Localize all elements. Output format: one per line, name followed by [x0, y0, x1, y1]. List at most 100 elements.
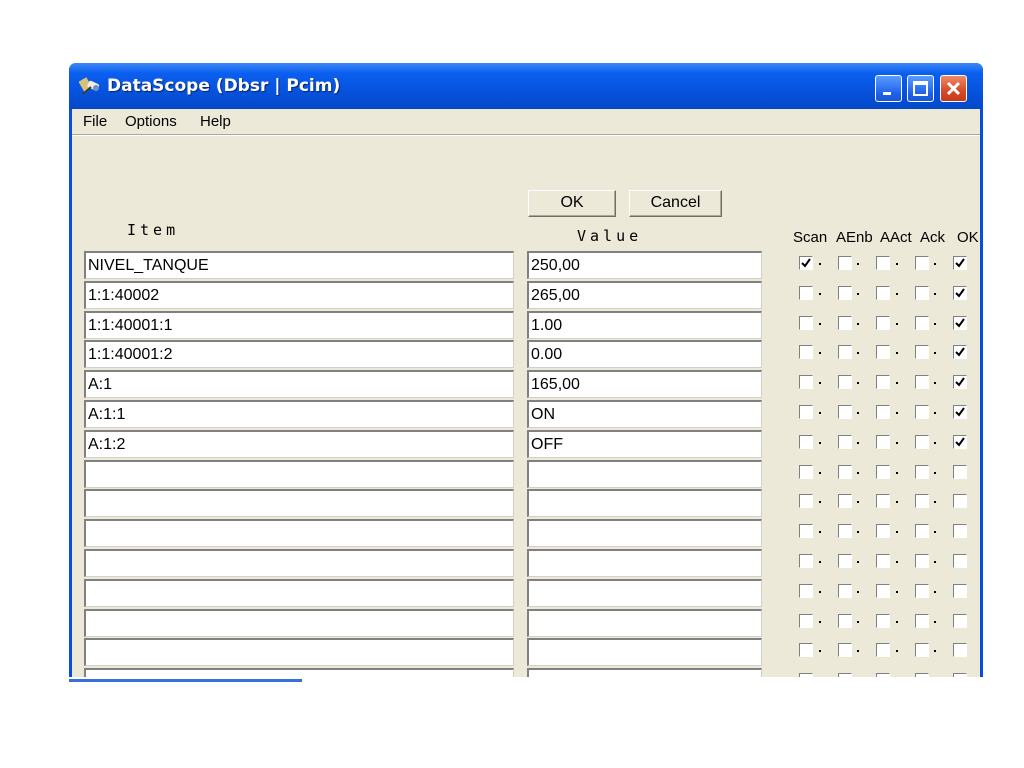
- ack-checkbox[interactable]: [915, 435, 929, 449]
- ok-checkbox[interactable]: [953, 643, 967, 657]
- item-field[interactable]: [84, 638, 514, 666]
- menu-help[interactable]: Help: [200, 113, 231, 130]
- item-field[interactable]: [84, 609, 514, 637]
- close-button[interactable]: [940, 75, 967, 102]
- maximize-button[interactable]: [907, 75, 934, 102]
- ok-checkbox[interactable]: [953, 405, 967, 419]
- value-field[interactable]: ON: [527, 400, 762, 428]
- scan-checkbox[interactable]: [799, 494, 813, 508]
- minimize-button[interactable]: [875, 75, 902, 102]
- aenb-checkbox[interactable]: [838, 465, 852, 479]
- value-field[interactable]: [527, 489, 762, 517]
- scan-checkbox[interactable]: [799, 286, 813, 300]
- value-field[interactable]: [527, 549, 762, 577]
- value-field[interactable]: 165,00: [527, 370, 762, 398]
- item-field[interactable]: [84, 519, 514, 547]
- scan-checkbox[interactable]: [799, 316, 813, 330]
- ack-checkbox[interactable]: [915, 524, 929, 538]
- aenb-checkbox[interactable]: [838, 405, 852, 419]
- aact-checkbox[interactable]: [876, 643, 890, 657]
- value-field[interactable]: OFF: [527, 430, 762, 458]
- ok-checkbox[interactable]: [953, 345, 967, 359]
- menu-file[interactable]: File: [83, 113, 107, 130]
- ok-checkbox[interactable]: [953, 465, 967, 479]
- ok-checkbox[interactable]: [953, 286, 967, 300]
- aenb-checkbox[interactable]: [838, 345, 852, 359]
- aact-checkbox[interactable]: [876, 465, 890, 479]
- item-field[interactable]: 1:1:40002: [84, 281, 514, 309]
- aact-checkbox[interactable]: [876, 673, 890, 677]
- aact-checkbox[interactable]: [876, 375, 890, 389]
- scan-checkbox[interactable]: [799, 435, 813, 449]
- item-field[interactable]: [84, 668, 514, 677]
- ok-checkbox[interactable]: [953, 614, 967, 628]
- item-field[interactable]: [84, 460, 514, 488]
- scan-checkbox[interactable]: [799, 256, 813, 270]
- aact-checkbox[interactable]: [876, 524, 890, 538]
- aact-checkbox[interactable]: [876, 584, 890, 598]
- item-field[interactable]: A:1: [84, 370, 514, 398]
- cancel-button[interactable]: Cancel: [629, 190, 722, 217]
- value-field[interactable]: [527, 579, 762, 607]
- ok-checkbox[interactable]: [953, 494, 967, 508]
- ok-checkbox[interactable]: [953, 316, 967, 330]
- scan-checkbox[interactable]: [799, 524, 813, 538]
- aenb-checkbox[interactable]: [838, 256, 852, 270]
- value-field[interactable]: [527, 519, 762, 547]
- scan-checkbox[interactable]: [799, 673, 813, 677]
- aenb-checkbox[interactable]: [838, 673, 852, 677]
- ok-checkbox[interactable]: [953, 435, 967, 449]
- ack-checkbox[interactable]: [915, 405, 929, 419]
- value-field[interactable]: [527, 460, 762, 488]
- ack-checkbox[interactable]: [915, 286, 929, 300]
- aact-checkbox[interactable]: [876, 614, 890, 628]
- ack-checkbox[interactable]: [915, 584, 929, 598]
- ok-checkbox[interactable]: [953, 584, 967, 598]
- aenb-checkbox[interactable]: [838, 375, 852, 389]
- scan-checkbox[interactable]: [799, 614, 813, 628]
- aact-checkbox[interactable]: [876, 345, 890, 359]
- aenb-checkbox[interactable]: [838, 494, 852, 508]
- aact-checkbox[interactable]: [876, 435, 890, 449]
- ack-checkbox[interactable]: [915, 494, 929, 508]
- scan-checkbox[interactable]: [799, 465, 813, 479]
- aact-checkbox[interactable]: [876, 494, 890, 508]
- ack-checkbox[interactable]: [915, 316, 929, 330]
- value-field[interactable]: 265,00: [527, 281, 762, 309]
- ok-checkbox[interactable]: [953, 256, 967, 270]
- value-field[interactable]: 1.00: [527, 311, 762, 339]
- item-field[interactable]: [84, 579, 514, 607]
- item-field[interactable]: [84, 489, 514, 517]
- ack-checkbox[interactable]: [915, 256, 929, 270]
- item-field[interactable]: 1:1:40001:2: [84, 340, 514, 368]
- scan-checkbox[interactable]: [799, 554, 813, 568]
- item-field[interactable]: NIVEL_TANQUE: [84, 251, 514, 279]
- scan-checkbox[interactable]: [799, 375, 813, 389]
- item-field[interactable]: [84, 549, 514, 577]
- ack-checkbox[interactable]: [915, 614, 929, 628]
- ack-checkbox[interactable]: [915, 345, 929, 359]
- ack-checkbox[interactable]: [915, 375, 929, 389]
- ack-checkbox[interactable]: [915, 643, 929, 657]
- ok-button[interactable]: OK: [528, 190, 616, 217]
- ack-checkbox[interactable]: [915, 465, 929, 479]
- scan-checkbox[interactable]: [799, 584, 813, 598]
- value-field[interactable]: 0.00: [527, 340, 762, 368]
- aenb-checkbox[interactable]: [838, 554, 852, 568]
- item-field[interactable]: 1:1:40001:1: [84, 311, 514, 339]
- aenb-checkbox[interactable]: [838, 584, 852, 598]
- scan-checkbox[interactable]: [799, 405, 813, 419]
- aenb-checkbox[interactable]: [838, 643, 852, 657]
- aact-checkbox[interactable]: [876, 405, 890, 419]
- ok-checkbox[interactable]: [953, 375, 967, 389]
- value-field[interactable]: [527, 668, 762, 677]
- aenb-checkbox[interactable]: [838, 435, 852, 449]
- ok-checkbox[interactable]: [953, 554, 967, 568]
- item-field[interactable]: A:1:1: [84, 400, 514, 428]
- aenb-checkbox[interactable]: [838, 316, 852, 330]
- ack-checkbox[interactable]: [915, 673, 929, 677]
- aenb-checkbox[interactable]: [838, 614, 852, 628]
- value-field[interactable]: 250,00: [527, 251, 762, 279]
- menu-options[interactable]: Options: [125, 113, 177, 130]
- ok-checkbox[interactable]: [953, 673, 967, 677]
